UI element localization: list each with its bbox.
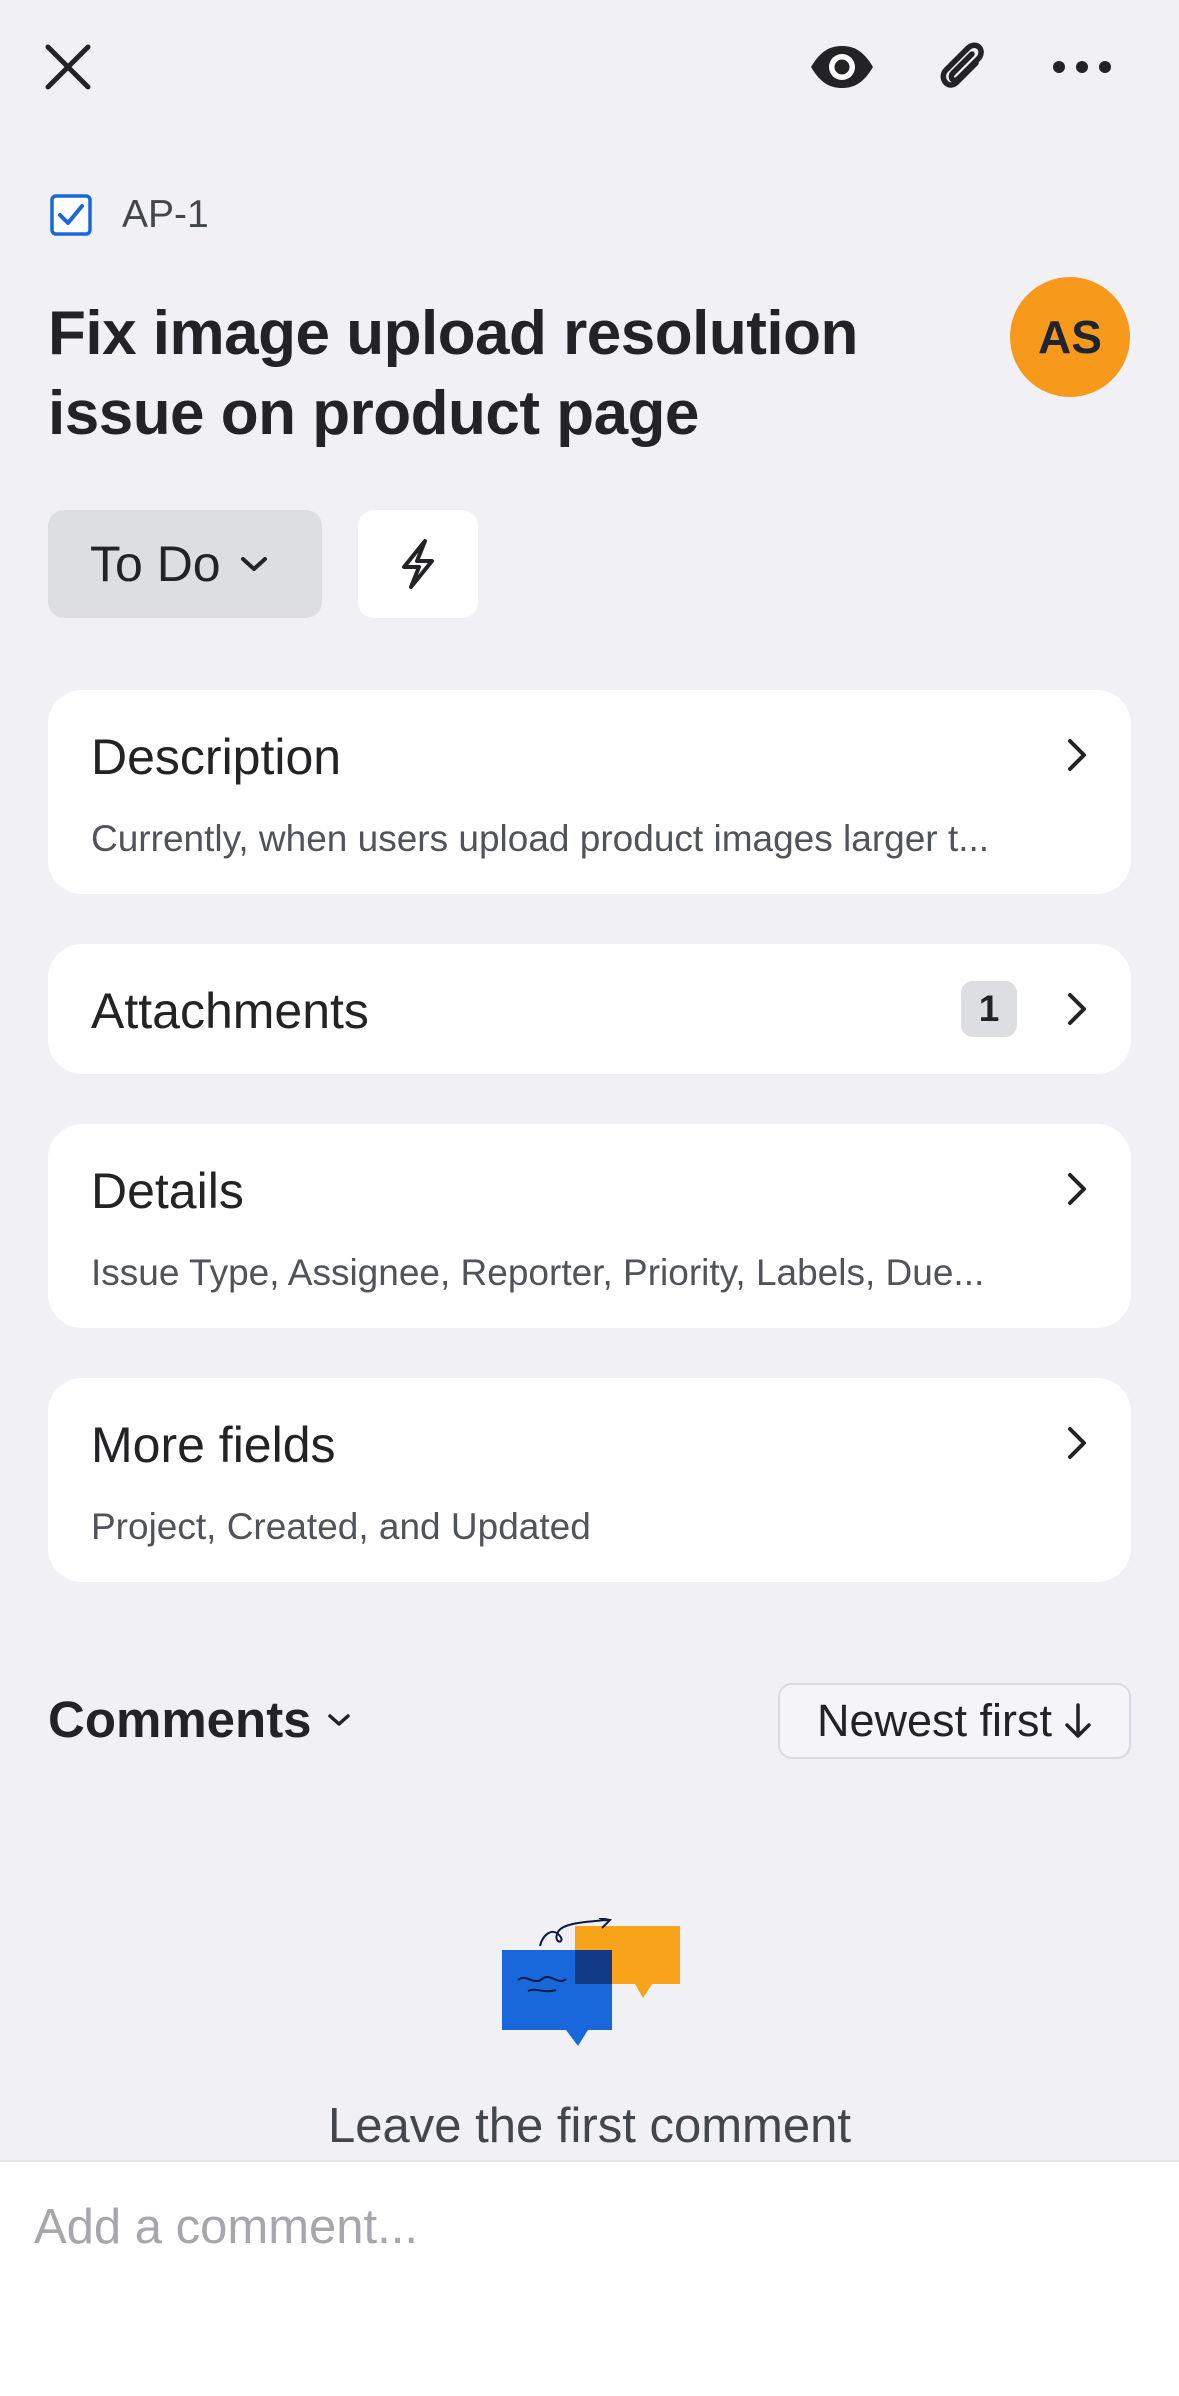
chevron-right-icon [1065,736,1089,774]
attachments-count-badge: 1 [961,981,1017,1037]
description-title: Description [91,729,342,785]
chevron-right-icon [1065,1170,1089,1208]
empty-comments-message: Leave the first comment [328,2099,851,2153]
attachments-title: Attachments [91,983,369,1039]
watch-button[interactable] [800,30,884,104]
attachments-card[interactable]: Attachments 1 [48,944,1131,1074]
chevron-down-icon [239,554,269,574]
avatar-initials: AS [1038,311,1102,363]
more-horizontal-icon [1053,61,1111,73]
quick-actions-button[interactable] [358,510,478,618]
lightning-bolt-icon [402,539,434,589]
more-fields-card[interactable]: More fields Project, Created, and Update… [48,1378,1131,1582]
issue-key-row[interactable]: AP-1 [50,190,209,240]
arrow-down-icon [1064,1702,1092,1740]
checkbox-task-icon [50,194,92,236]
issue-key: AP-1 [122,193,209,236]
more-fields-preview: Project, Created, and Updated [91,1506,591,1547]
chevron-down-icon [326,1711,352,1729]
sort-order-button[interactable]: Newest first [778,1683,1131,1759]
comment-input[interactable] [34,2192,1134,2262]
eye-icon [811,46,873,88]
sort-label: Newest first [816,1695,1053,1746]
chevron-right-icon [1065,1424,1089,1462]
attach-button[interactable] [920,30,1004,104]
details-title: Details [91,1163,244,1219]
more-fields-title: More fields [91,1417,336,1473]
more-options-button[interactable] [1040,30,1124,104]
comments-label: Comments [48,1691,312,1748]
speech-bubbles-icon [502,1918,680,2046]
top-bar [0,0,1179,140]
details-preview: Issue Type, Assignee, Reporter, Priority… [91,1252,985,1293]
comment-composer [0,2160,1179,2396]
status-dropdown-button[interactable]: To Do [48,510,322,618]
description-card[interactable]: Description Currently, when users upload… [48,690,1131,894]
chevron-right-icon [1065,990,1089,1028]
close-button[interactable] [30,32,106,102]
issue-title[interactable]: Fix image upload resolution issue on pro… [48,294,978,454]
description-preview: Currently, when users upload product ima… [91,818,990,859]
paperclip-icon [940,42,984,88]
status-label: To Do [90,536,221,592]
assignee-avatar[interactable]: AS [1010,277,1130,397]
close-icon [45,44,91,90]
details-card[interactable]: Details Issue Type, Assignee, Reporter, … [48,1124,1131,1328]
comments-filter-dropdown[interactable]: Comments [48,1690,352,1749]
